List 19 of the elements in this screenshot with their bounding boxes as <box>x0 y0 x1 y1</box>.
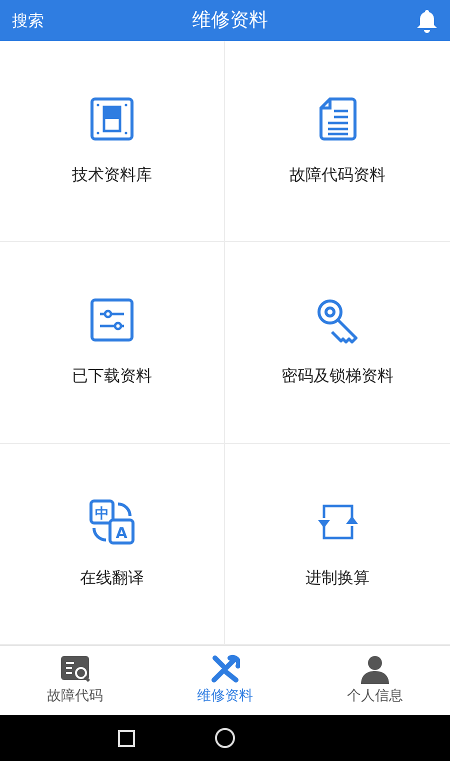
menu-tile[interactable]: 已下载资料 <box>0 242 225 444</box>
tab[interactable]: 维修资料 <box>150 646 300 715</box>
tools-icon <box>210 654 240 684</box>
person-icon <box>360 654 390 684</box>
tab[interactable]: 故障代码 <box>0 646 150 715</box>
menu-tile[interactable]: 密码及锁梯资料 <box>225 242 450 444</box>
list-search-icon <box>60 654 90 684</box>
sliders-icon <box>88 296 136 344</box>
menu-tile[interactable]: 故障代码资料 <box>225 41 450 242</box>
page-title: 维修资料 <box>192 8 268 34</box>
menu-tile[interactable]: 进制换算 <box>225 444 450 645</box>
recents-button[interactable] <box>118 730 135 746</box>
menu-tile[interactable]: 技术资料库 <box>0 41 225 242</box>
bell-icon[interactable] <box>416 8 438 32</box>
panel-icon <box>88 95 136 144</box>
home-button[interactable] <box>215 728 235 748</box>
tab[interactable]: 个人信息 <box>300 646 450 715</box>
search-button[interactable]: 搜索 <box>12 8 44 32</box>
menu-tile[interactable]: 中 A 在线翻译 <box>0 444 225 645</box>
